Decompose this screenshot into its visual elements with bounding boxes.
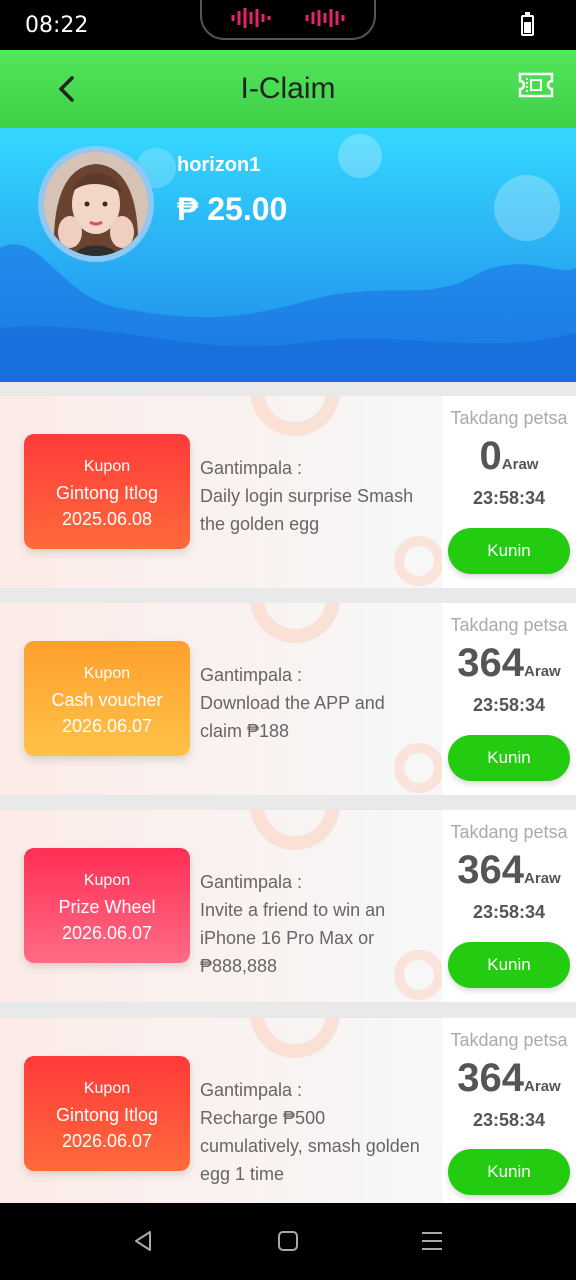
home-nav-icon[interactable]: [276, 1229, 300, 1253]
coupon-name: Gintong Itlog: [55, 483, 159, 503]
claim-button[interactable]: Kunin: [448, 735, 570, 781]
days-value: 0: [479, 434, 502, 478]
decor-ring: [250, 810, 340, 850]
coupon-card: Kupon Prize Wheel 2026.06.07 Gantimpala …: [0, 810, 576, 1002]
app-header: I-Claim: [0, 50, 576, 128]
status-time: 08:22: [25, 13, 89, 38]
coupon-date: 2026.06.07: [61, 716, 153, 736]
time-left: 23:58:34: [472, 488, 546, 508]
days-unit: Araw: [524, 870, 561, 887]
coupon-ribbon: Kupon Gintong Itlog 2025.06.08: [24, 434, 190, 549]
days-unit: Araw: [524, 663, 561, 680]
balance: ₱ 25.00: [177, 191, 288, 227]
decor-ring: [250, 603, 340, 643]
page-title: I-Claim: [240, 72, 336, 105]
expiry-panel: Takdang petsa 364Araw 23:58:34 Kunin: [442, 603, 576, 795]
days-unit: Araw: [524, 1078, 561, 1095]
coupon-date: 2026.06.07: [61, 923, 153, 943]
camera-notch: [200, 0, 376, 40]
expiry-label: Takdang petsa: [450, 1030, 568, 1050]
coupon-description: Gantimpala : Recharge ₱500 cumulatively,…: [200, 1076, 430, 1188]
coupon-tag: Kupon: [83, 872, 131, 889]
days-value: 364: [457, 1056, 525, 1100]
coupon-description: Gantimpala : Invite a friend to win an i…: [200, 868, 430, 980]
coupon-ribbon: Kupon Prize Wheel 2026.06.07: [24, 848, 190, 963]
expiry-label: Takdang petsa: [450, 408, 568, 428]
expiry-label: Takdang petsa: [450, 615, 568, 635]
sound-wave-icon: [231, 8, 271, 28]
ticket-icon[interactable]: [518, 72, 554, 98]
coupon-date: 2026.06.07: [61, 1131, 153, 1151]
days-value: 364: [457, 641, 525, 685]
reward-text: Daily login surprise Smash the golden eg…: [200, 486, 414, 534]
reward-label: Gantimpala :: [200, 1080, 303, 1100]
claim-button[interactable]: Kunin: [448, 942, 570, 988]
days-left: 0Araw: [442, 435, 576, 486]
time-left: 23:58:34: [472, 695, 546, 715]
reward-text: Invite a friend to win an iPhone 16 Pro …: [200, 900, 386, 976]
coupon-tag: Kupon: [83, 665, 131, 682]
expiry-panel: Takdang petsa 364Araw 23:58:34 Kunin: [442, 1018, 576, 1203]
coupon-description: Gantimpala : Daily login surprise Smash …: [200, 454, 430, 538]
coupon-ribbon: Kupon Cash voucher 2026.06.07: [24, 641, 190, 756]
claim-button[interactable]: Kunin: [448, 528, 570, 574]
days-left: 364Araw: [442, 1057, 576, 1108]
coupon-name: Gintong Itlog: [55, 1105, 159, 1125]
avatar: [44, 152, 148, 256]
decor-ring: [394, 743, 444, 793]
time-left: 23:58:34: [472, 1110, 546, 1130]
expiry-panel: Takdang petsa 364Araw 23:58:34 Kunin: [442, 810, 576, 1002]
menu-nav-icon[interactable]: [420, 1229, 444, 1253]
days-left: 364Araw: [442, 642, 576, 693]
coupon-card: Kupon Cash voucher 2026.06.07 Gantimpala…: [0, 603, 576, 795]
reward-text: Download the APP and claim ₱188: [200, 693, 385, 741]
coupon-card: Kupon Gintong Itlog 2025.06.08 Gantimpal…: [0, 396, 576, 588]
decor-ring: [394, 536, 444, 586]
user-avatar-image: [44, 152, 148, 256]
decor-ring: [250, 1018, 340, 1058]
profile-banner: horizon1 ₱ 25.00: [0, 128, 576, 382]
reward-label: Gantimpala :: [200, 872, 303, 892]
coupon-date: 2025.06.08: [61, 509, 153, 529]
days-unit: Araw: [501, 456, 539, 473]
decor-ring: [250, 396, 340, 436]
reward-label: Gantimpala :: [200, 665, 303, 685]
coupon-tag: Kupon: [83, 1080, 131, 1097]
reward-label: Gantimpala :: [200, 458, 303, 478]
reward-text: Recharge ₱500 cumulatively, smash golden…: [200, 1108, 420, 1184]
days-value: 364: [457, 848, 525, 892]
sound-wave-icon: [305, 9, 345, 27]
time-left: 23:58:34: [472, 902, 546, 922]
avatar-frame[interactable]: [38, 146, 154, 262]
status-bar: 08:22: [0, 0, 576, 50]
coupon-name: Cash voucher: [51, 690, 163, 710]
username: horizon1: [177, 154, 261, 176]
back-nav-icon[interactable]: [131, 1229, 155, 1253]
coupon-card: Kupon Gintong Itlog 2026.06.07 Gantimpal…: [0, 1018, 576, 1203]
days-left: 364Araw: [442, 849, 576, 900]
expiry-panel: Takdang petsa 0Araw 23:58:34 Kunin: [442, 396, 576, 588]
claim-button[interactable]: Kunin: [448, 1149, 570, 1195]
coupon-description: Gantimpala : Download the APP and claim …: [200, 661, 430, 745]
system-nav-bar: [0, 1203, 576, 1280]
coupon-name: Prize Wheel: [58, 897, 156, 917]
battery-icon: [521, 12, 534, 36]
coupon-tag: Kupon: [83, 458, 131, 475]
expiry-label: Takdang petsa: [450, 822, 568, 842]
coupon-ribbon: Kupon Gintong Itlog 2026.06.07: [24, 1056, 190, 1171]
